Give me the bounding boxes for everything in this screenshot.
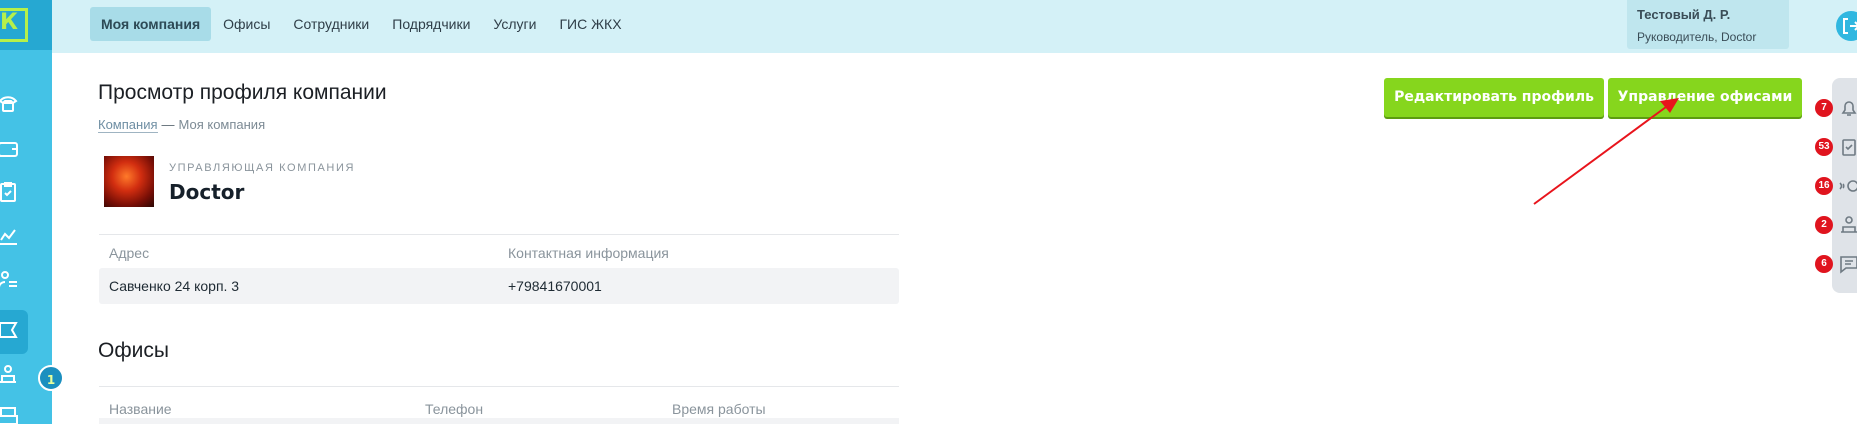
left-sidebar: К 1 [0,0,64,424]
clipboard-check-icon[interactable] [0,180,24,208]
print-icon[interactable] [0,405,24,424]
top-navbar: Моя компания Офисы Сотрудники Подрядчики… [52,0,1857,53]
table-header-row: Адрес Контактная информация [99,234,899,268]
wallet-icon[interactable] [0,137,24,165]
cell-phone: +79841670001 [508,278,602,294]
call-icon[interactable] [1838,175,1857,197]
offices-table-header: Название Телефон Время работы [99,386,899,420]
user-menu[interactable]: Тестовый Д. Р. Руководитель, Doctor [1627,0,1789,49]
workers-count: 2 [1815,216,1833,234]
chart-icon[interactable] [0,224,24,252]
company-name: Doctor [169,180,245,204]
table-row [99,418,899,424]
company-info-table: Адрес Контактная информация Савченко 24 … [99,234,899,304]
logout-button[interactable] [1836,11,1857,41]
user-role: Руководитель, Doctor [1637,30,1757,44]
cell-address: Савченко 24 корп. 3 [109,278,240,294]
user-name: Тестовый Д. Р. [1637,7,1731,22]
edit-profile-button[interactable]: Редактировать профиль [1384,78,1604,117]
breadcrumb-current: Моя компания [178,117,266,132]
breadcrumb: Компания — Моя компания [98,117,266,133]
header-phone: Телефон [425,401,484,417]
header-contacts: Контактная информация [508,245,669,261]
nav-item-offices[interactable]: Офисы [212,7,281,41]
table-row: Савченко 24 корп. 3 +79841670001 [99,268,899,304]
users-tasks-icon[interactable] [0,268,24,296]
company-type: УПРАВЛЯЮЩАЯ КОМПАНИЯ [169,162,356,174]
calls-count: 16 [1815,177,1833,195]
logout-icon [1843,18,1857,34]
app-logo[interactable]: К [0,0,52,50]
app-root: К 1 Моя компания Офисы Сотрудники Подряд… [0,0,1857,424]
messages-count: 6 [1815,255,1833,273]
header-name: Название [109,401,172,417]
nav-item-contractors[interactable]: Подрядчики [381,7,481,41]
page-title: Просмотр профиля компании [98,81,387,104]
breadcrumb-link-company[interactable]: Компания [98,117,158,133]
nav-item-my-company[interactable]: Моя компания [90,7,212,41]
bell-icon[interactable] [1838,97,1857,119]
annotation-arrow-icon [1533,98,1679,205]
nav-item-gis-zhkh[interactable]: ГИС ЖКХ [548,7,632,41]
notifications-count: 7 [1815,99,1833,117]
breadcrumb-separator: — [161,117,175,132]
worker-icon[interactable] [1838,214,1857,236]
header-working-hours: Время работы [672,401,766,417]
message-icon[interactable] [1838,253,1857,275]
header-address: Адрес [109,245,150,261]
logo-letter: К [0,10,18,35]
worker-icon[interactable] [0,362,24,390]
manage-offices-button[interactable]: Управление офисами [1608,78,1802,117]
sidebar-badge: 1 [38,365,64,391]
ticket-icon[interactable] [0,318,24,346]
clipboard-check-icon[interactable] [1838,136,1857,158]
offices-section-title: Офисы [98,339,169,362]
tasks-count: 53 [1815,138,1833,156]
company-logo [104,156,154,207]
main-nav: Моя компания Офисы Сотрудники Подрядчики… [90,7,634,41]
phone-icon[interactable] [0,92,24,120]
nav-item-employees[interactable]: Сотрудники [282,7,380,41]
nav-item-services[interactable]: Услуги [482,7,547,41]
